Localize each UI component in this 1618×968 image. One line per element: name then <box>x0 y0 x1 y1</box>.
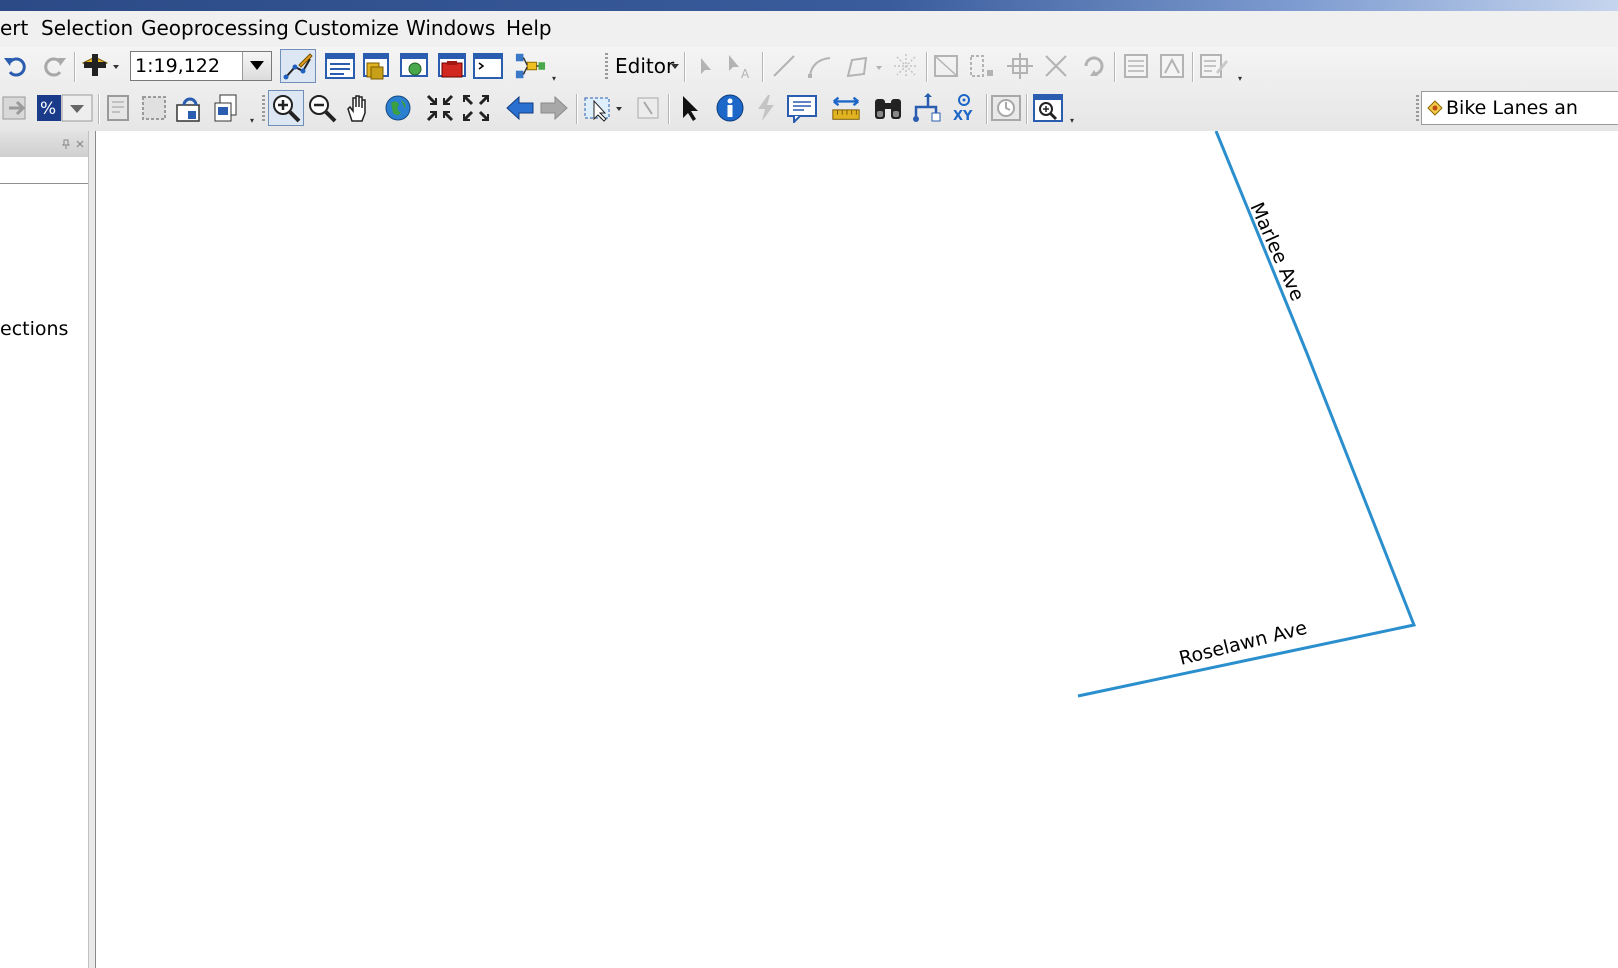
python-icon[interactable] <box>472 50 504 82</box>
redo-icon[interactable] <box>38 50 70 82</box>
search-window-icon[interactable] <box>398 50 430 82</box>
zoom-in-icon[interactable] <box>268 90 304 126</box>
layout-toolbar-options-icon[interactable]: ▾ <box>250 117 258 125</box>
zoom-out-icon[interactable] <box>306 92 338 124</box>
trace-icon[interactable] <box>842 50 884 82</box>
edit-tool-icon[interactable] <box>690 50 722 82</box>
find-icon[interactable] <box>872 92 904 124</box>
editor-toolbar-icon[interactable] <box>280 49 316 83</box>
full-extent-icon[interactable] <box>382 92 414 124</box>
menu-customize[interactable]: Customize <box>294 16 399 40</box>
layer-icon <box>1427 100 1443 116</box>
catalog-icon[interactable] <box>360 50 392 82</box>
back-extent-icon[interactable] <box>504 92 536 124</box>
display-percent-combo[interactable]: % <box>36 92 94 124</box>
add-data-icon[interactable] <box>78 50 122 82</box>
time-slider-icon[interactable] <box>990 92 1022 124</box>
fixed-zoom-out-icon[interactable] <box>460 92 492 124</box>
table-of-contents-icon[interactable] <box>324 50 356 82</box>
chevron-down-icon[interactable] <box>242 52 271 80</box>
undo-icon[interactable] <box>0 50 32 82</box>
fixed-zoom-in-icon[interactable] <box>424 92 456 124</box>
map-canvas: Marlee Ave Roselawn Ave <box>1077 131 1417 698</box>
street-marlee-ave[interactable] <box>1077 131 1417 698</box>
html-popup-icon[interactable] <box>786 92 818 124</box>
attributes-icon[interactable] <box>1120 50 1152 82</box>
arctoolbox-icon[interactable] <box>436 50 468 82</box>
svg-text:%: % <box>40 99 56 119</box>
close-icon[interactable] <box>76 140 84 148</box>
magnifier-icon[interactable] <box>1032 92 1064 124</box>
menu-bar: ert Selection Geoprocessing Customize Wi… <box>0 11 1618 47</box>
georeferencing-icon[interactable] <box>0 92 32 124</box>
identify-icon[interactable] <box>714 92 746 124</box>
split-feature-icon[interactable] <box>1040 50 1072 82</box>
end-point-arc-icon[interactable] <box>804 50 836 82</box>
select-features-icon[interactable] <box>582 92 626 124</box>
rotate-icon[interactable] <box>1078 50 1110 82</box>
editor-menu[interactable]: Editor <box>615 54 674 78</box>
menu-insert[interactable]: ert <box>0 16 28 40</box>
edit-vertices-icon[interactable] <box>930 50 962 82</box>
menu-windows[interactable]: Windows <box>406 16 495 40</box>
map-scale-combo[interactable]: 1:19,122 <box>130 51 272 81</box>
editor-toolbar-options-icon[interactable]: ▾ <box>1238 75 1246 83</box>
go-to-xy-icon[interactable]: XY <box>948 92 980 124</box>
tools-toolbar: % ▾ XY ▾ Bike Lanes an <box>0 89 1618 129</box>
pan-icon[interactable] <box>342 92 374 124</box>
table-of-contents-panel: ections <box>0 131 91 968</box>
svg-text:XY: XY <box>953 109 973 123</box>
menu-geoprocessing[interactable]: Geoprocessing <box>141 16 289 40</box>
straight-segment-icon[interactable] <box>768 50 800 82</box>
pin-icon[interactable] <box>62 139 70 149</box>
split-tool-icon[interactable] <box>890 50 922 82</box>
edit-annotation-icon[interactable]: A <box>724 50 756 82</box>
menu-selection[interactable]: Selection <box>41 16 133 40</box>
reshape-feature-icon[interactable] <box>966 50 998 82</box>
editor-dropdown-icon[interactable] <box>671 64 679 70</box>
menu-help[interactable]: Help <box>506 16 552 40</box>
map-view[interactable]: Marlee Ave Roselawn Ave <box>96 131 1618 968</box>
title-bar <box>0 0 1618 11</box>
target-layer-value: Bike Lanes an <box>1446 97 1578 119</box>
panel-title-bar <box>0 131 90 157</box>
hyperlink-icon[interactable] <box>750 92 782 124</box>
create-features-icon[interactable] <box>1198 50 1230 82</box>
tools-toolbar-options-icon[interactable]: ▾ <box>1070 117 1078 125</box>
forward-extent-icon[interactable] <box>538 92 570 124</box>
clear-selection-icon[interactable] <box>632 92 664 124</box>
cut-polygons-icon[interactable] <box>1004 50 1036 82</box>
target-layer-combo[interactable]: Bike Lanes an <box>1421 91 1618 125</box>
toolbar-area: 1:19,122 ▾ Editor A ▾ % ▾ XY ▾ Bike Lane… <box>0 47 1618 132</box>
select-elements-icon[interactable] <box>674 92 706 124</box>
panel-splitter[interactable] <box>88 131 96 968</box>
find-route-icon[interactable] <box>910 92 942 124</box>
map-scale-value: 1:19,122 <box>135 55 220 77</box>
print-preview-icon[interactable] <box>212 92 244 124</box>
street-label-marlee: Marlee Ave <box>1245 199 1308 304</box>
toc-layer-label[interactable]: ections <box>0 318 68 340</box>
export-map-icon[interactable] <box>174 92 206 124</box>
sketch-properties-icon[interactable] <box>1156 50 1188 82</box>
measure-icon[interactable] <box>830 92 862 124</box>
layout-page-icon[interactable] <box>102 92 134 124</box>
modelbuilder-icon[interactable] <box>514 50 546 82</box>
data-frame-icon[interactable] <box>138 92 170 124</box>
standard-toolbar: 1:19,122 ▾ Editor A ▾ <box>0 47 1618 87</box>
svg-text:A: A <box>741 67 750 80</box>
toolbar-options-icon[interactable]: ▾ <box>552 75 560 83</box>
